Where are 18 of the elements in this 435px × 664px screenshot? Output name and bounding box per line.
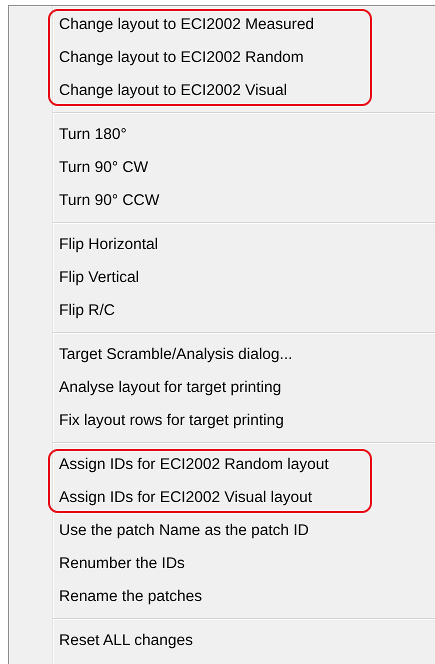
menu-item[interactable]: Flip Vertical — [59, 261, 373, 294]
menu-item[interactable]: Change layout to ECI2002 Visual — [59, 74, 373, 107]
menu-item[interactable]: Target Scramble/Analysis dialog... — [59, 338, 373, 371]
menu-item[interactable]: Assign IDs for ECI2002 Random layout — [59, 448, 373, 481]
menu-item[interactable]: Change layout to ECI2002 Measured — [59, 8, 373, 41]
menu-item[interactable]: Flip Horizontal — [59, 228, 373, 261]
menu-item[interactable]: Turn 180° — [59, 118, 373, 151]
menu-item[interactable]: Renumber the IDs — [59, 547, 373, 580]
menu-item[interactable]: Turn 90° CW — [59, 151, 373, 184]
menu-item[interactable]: Turn 90° CCW — [59, 184, 373, 217]
menu-item[interactable]: Reset ALL changes — [59, 624, 373, 657]
menu-item[interactable]: Fix layout rows for target printing — [59, 404, 373, 437]
menu-item[interactable]: Assign IDs for ECI2002 Visual layout — [59, 481, 373, 514]
menu-item[interactable]: Flip R/C — [59, 294, 373, 327]
menu-item[interactable]: Use the patch Name as the patch ID — [59, 514, 373, 547]
menu-item[interactable]: Analyse layout for target printing — [59, 371, 373, 404]
menu-item[interactable]: Rename the patches — [59, 580, 373, 613]
menu-item[interactable]: Change layout to ECI2002 Random — [59, 41, 373, 74]
